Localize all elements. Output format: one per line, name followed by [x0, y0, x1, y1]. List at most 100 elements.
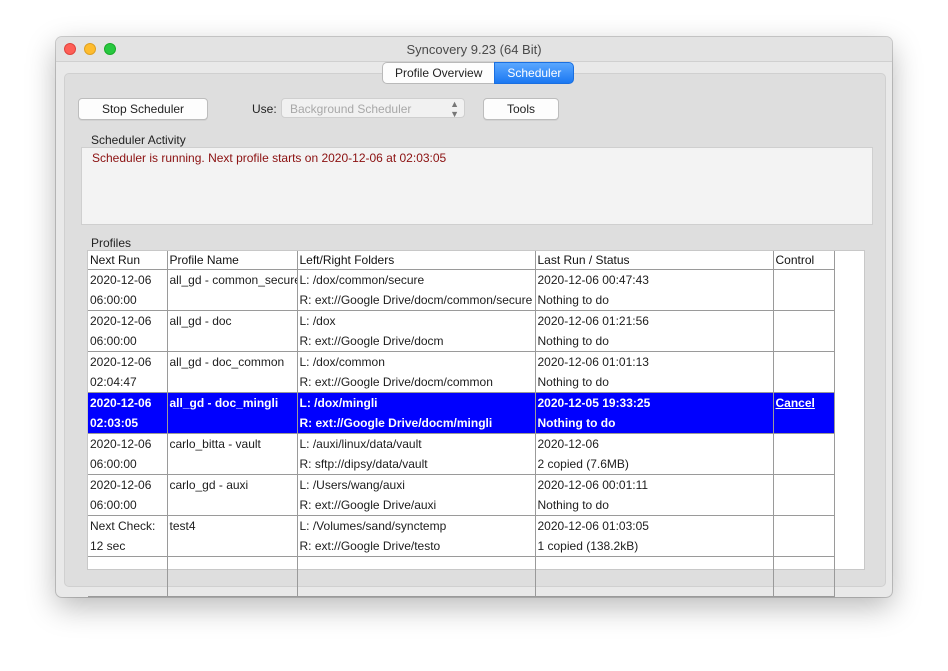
control-cell — [773, 310, 835, 352]
profile-name: test4 — [169, 519, 196, 533]
profile-name: carlo_bitta - vault — [169, 437, 261, 451]
table-row[interactable]: 2020-12-06 06:00:00 carlo_bitta - vault L: … — [88, 433, 835, 475]
next-run-line-1: 2020-12-06 — [90, 396, 152, 410]
next-run-cell: 2020-12-06 06:00:00 — [88, 310, 168, 352]
right-folder: R: ext://Google Drive/docm/mingli — [299, 416, 493, 430]
control-cell — [773, 433, 835, 475]
tab-bar: Profile Overview Scheduler — [382, 62, 575, 84]
app-window: Syncovery 9.23 (64 Bit) Profile Overview… — [56, 37, 892, 597]
column-header-profile-name[interactable]: Profile Name — [167, 251, 298, 270]
scheduler-activity-log[interactable]: Scheduler is running. Next profile start… — [81, 147, 873, 225]
column-header-folders[interactable]: Left/Right Folders — [297, 251, 536, 270]
next-run-line-2: 06:00:00 — [90, 293, 137, 307]
right-folder: R: sftp://dipsy/data/vault — [299, 457, 428, 471]
empty-row — [88, 556, 835, 597]
tab-scheduler[interactable]: Scheduler — [494, 62, 575, 84]
right-folder: R: ext://Google Drive/docm/common/secure — [299, 293, 533, 307]
next-run-line-2: 12 sec — [90, 539, 126, 553]
right-folder: R: ext://Google Drive/auxi — [299, 498, 437, 512]
table-row[interactable]: Next Check: 12 sec test4 L: /Volumes/sand/s… — [88, 515, 835, 557]
control-cell — [773, 515, 835, 557]
profile-name-cell: carlo_bitta - vault — [167, 433, 298, 475]
next-run-cell: 2020-12-06 06:00:00 — [88, 474, 168, 516]
left-folder: L: /dox — [299, 314, 336, 328]
next-run-cell: 2020-12-06 06:00:00 — [88, 433, 168, 475]
left-folder: L: /dox/mingli — [299, 396, 378, 410]
header-row: Next Run Profile Name Left/Right Folders… — [88, 251, 835, 270]
folders-cell: L: /dox R: ext://Google Drive/docm — [297, 310, 536, 352]
cancel-link[interactable]: Cancel — [776, 393, 832, 413]
last-run-cell: 2020-12-06 00:01:11 Nothing to do — [535, 474, 774, 516]
last-run-status: Nothing to do — [537, 375, 609, 389]
table-row[interactable]: 2020-12-06 06:00:00 carlo_gd - auxi L: /Use… — [88, 474, 835, 516]
next-run-line-1: 2020-12-06 — [90, 437, 152, 451]
left-folder: L: /dox/common — [299, 355, 385, 369]
next-run-line-1: 2020-12-06 — [90, 355, 152, 369]
next-run-line-1: 2020-12-06 — [90, 314, 152, 328]
title-bar[interactable]: Syncovery 9.23 (64 Bit) — [56, 37, 892, 62]
right-folder: R: ext://Google Drive/docm — [299, 334, 444, 348]
table-row[interactable]: 2020-12-06 02:03:05 all_gd - doc_mingli L: … — [88, 392, 835, 434]
scheduler-select[interactable]: Background Scheduler ▲ ▼ — [281, 98, 465, 119]
folders-cell: L: /dox/common/secure R: ext://Google Dri… — [297, 269, 536, 311]
left-folder: L: /dox/common/secure — [299, 273, 425, 287]
last-run-cell: 2020-12-06 2 copied (7.6MB) — [535, 433, 774, 475]
profile-name-cell: all_gd - doc_common — [167, 351, 298, 393]
last-run-cell: 2020-12-06 01:01:13 Nothing to do — [535, 351, 774, 393]
table-row[interactable]: 2020-12-06 06:00:00 all_gd - doc L: /dox R: … — [88, 310, 835, 352]
chevron-updown-icon: ▲ ▼ — [450, 99, 459, 119]
control-cell: Cancel — [773, 392, 835, 434]
stop-scheduler-button[interactable]: Stop Scheduler — [78, 98, 208, 120]
last-run-cell: 2020-12-06 00:47:43 Nothing to do — [535, 269, 774, 311]
last-run-time: 2020-12-06 01:21:56 — [537, 314, 649, 328]
next-run-cell: Next Check: 12 sec — [88, 515, 168, 557]
control-cell — [773, 474, 835, 516]
last-run-time: 2020-12-06 01:01:13 — [537, 355, 649, 369]
left-folder: L: /Users/wang/auxi — [299, 478, 405, 492]
folders-cell: L: /Users/wang/auxi R: ext://Google Drive… — [297, 474, 536, 516]
profiles-grid[interactable]: Next Run Profile Name Left/Right Folders… — [87, 250, 865, 597]
next-run-line-2: 06:00:00 — [90, 498, 137, 512]
last-run-time: 2020-12-05 19:33:25 — [537, 396, 651, 410]
next-run-line-1: Next Check: — [90, 519, 156, 533]
last-run-time: 2020-12-06 — [537, 437, 599, 451]
tab-profile-overview[interactable]: Profile Overview — [382, 62, 495, 84]
last-run-time: 2020-12-06 01:03:05 — [537, 519, 649, 533]
left-folder: L: /Volumes/sand/synctemp — [299, 519, 447, 533]
next-run-line-1: 2020-12-06 — [90, 478, 152, 492]
next-run-cell: 2020-12-06 06:00:00 — [88, 269, 168, 311]
control-cell — [773, 351, 835, 393]
folders-cell: L: /auxi/linux/data/vault R: sftp://dipsy… — [297, 433, 536, 475]
last-run-status: 2 copied (7.6MB) — [537, 457, 629, 471]
profile-name: all_gd - doc — [169, 314, 232, 328]
next-run-line-2: 06:00:00 — [90, 457, 137, 471]
profiles-table: Next Run Profile Name Left/Right Folders… — [88, 251, 835, 597]
table-row[interactable]: 2020-12-06 02:04:47 all_gd - doc_common L: … — [88, 351, 835, 393]
column-header-control[interactable]: Control — [773, 251, 835, 270]
profile-name-cell: carlo_gd - auxi — [167, 474, 298, 516]
profile-name: all_gd - doc_common — [169, 355, 285, 369]
tools-button[interactable]: Tools — [483, 98, 559, 120]
activity-heading: Scheduler Activity — [91, 133, 186, 147]
profile-name-cell: all_gd - common_secure — [167, 269, 298, 311]
profile-name-cell: test4 — [167, 515, 298, 557]
profile-name-cell: all_gd - doc — [167, 310, 298, 352]
folders-cell: L: /dox/common R: ext://Google Drive/docm… — [297, 351, 536, 393]
table-row[interactable]: 2020-12-06 06:00:00 all_gd - common_secure… — [88, 269, 835, 311]
last-run-time: 2020-12-06 00:01:11 — [537, 478, 649, 492]
last-run-time: 2020-12-06 00:47:43 — [537, 273, 649, 287]
last-run-cell: 2020-12-05 19:33:25 Nothing to do — [535, 392, 774, 434]
column-header-last-run[interactable]: Last Run / Status — [535, 251, 774, 270]
left-folder: L: /auxi/linux/data/vault — [299, 437, 422, 451]
last-run-status: Nothing to do — [537, 498, 609, 512]
folders-cell: L: /dox/mingli R: ext://Google Drive/docm… — [297, 392, 536, 434]
column-header-next-run[interactable]: Next Run — [88, 251, 168, 270]
last-run-status: Nothing to do — [537, 293, 609, 307]
last-run-status: 1 copied (138.2kB) — [537, 539, 639, 553]
scheduler-select-value: Background Scheduler — [290, 102, 412, 116]
folders-cell: L: /Volumes/sand/synctemp R: ext://Google… — [297, 515, 536, 557]
next-run-line-1: 2020-12-06 — [90, 273, 152, 287]
next-run-cell: 2020-12-06 02:04:47 — [88, 351, 168, 393]
last-run-status: Nothing to do — [537, 334, 609, 348]
activity-message: Scheduler is running. Next profile start… — [92, 151, 447, 165]
